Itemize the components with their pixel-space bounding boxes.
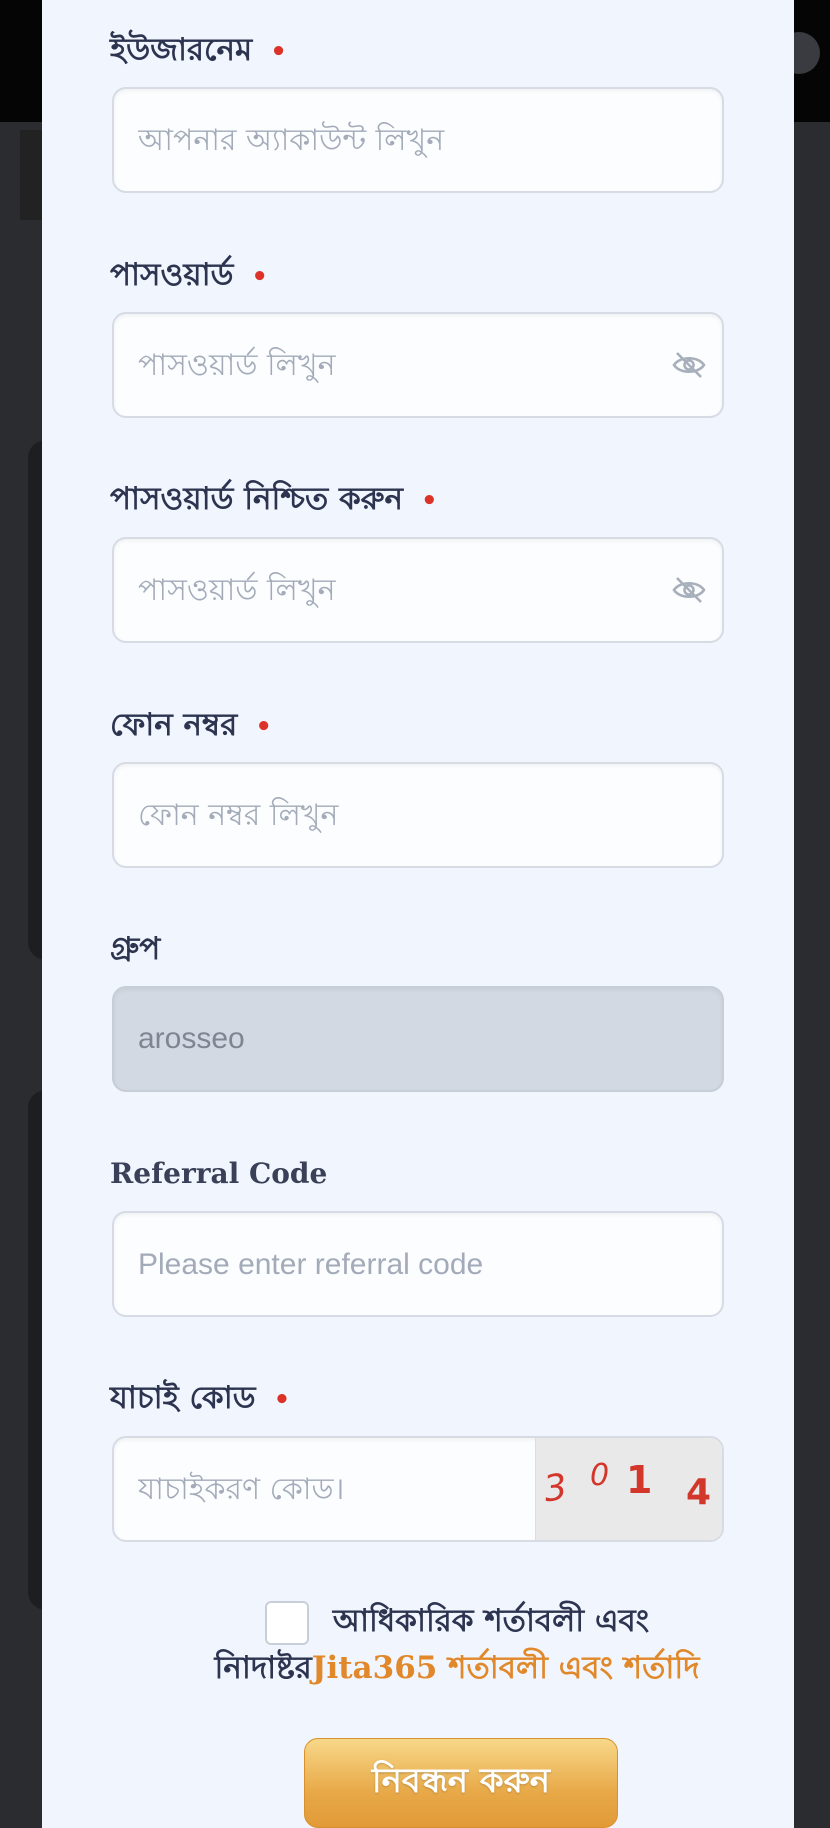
required-mark: • [251, 261, 269, 292]
agree-checkbox[interactable] [264, 1600, 309, 1645]
username-field-box [112, 87, 724, 193]
password-field-box [112, 312, 724, 418]
referral-code-input[interactable] [138, 1213, 656, 1315]
brand-name: Jita365 [311, 1649, 438, 1686]
captcha-image[interactable]: 3 0 1 4 [535, 1438, 722, 1540]
register-button[interactable]: নিবন্ধন করুন [304, 1738, 618, 1828]
required-mark: • [421, 485, 438, 516]
eye-slash-icon[interactable] [672, 575, 706, 605]
referral-code-label: Referral Code [110, 1157, 328, 1190]
group-label: গ্রুপ [110, 931, 161, 967]
phone-field-box [112, 762, 724, 868]
captcha-char: 4 [686, 1472, 712, 1513]
phone-label: ফোন নম্বর • [110, 707, 272, 743]
confirm-password-input[interactable] [138, 539, 656, 641]
password-input[interactable] [138, 314, 656, 416]
captcha-char: 0 [590, 1458, 610, 1493]
required-mark: • [270, 36, 287, 67]
terms-link[interactable]: Jita365 শর্তাবলী এবং শর্তাদি [312, 1650, 700, 1686]
required-mark: • [273, 1384, 291, 1415]
referral-field-box [112, 1211, 724, 1317]
eye-slash-icon[interactable] [672, 350, 706, 380]
username-input[interactable] [138, 89, 656, 191]
captcha-char: 1 [626, 1458, 653, 1502]
confirm-password-label: পাসওয়ার্ড নিশ্চিত করুন • [110, 481, 438, 517]
verification-field-box: 3 0 1 4 [112, 1436, 724, 1542]
group-input [138, 988, 656, 1090]
password-label: পাসওয়ার্ড • [110, 257, 269, 293]
group-field-box [112, 986, 724, 1092]
username-label: ইউজারনেম • [110, 32, 287, 68]
confirm-password-field-box [112, 537, 724, 643]
verification-code-input[interactable] [138, 1438, 518, 1540]
required-mark: • [255, 711, 272, 742]
phone-input[interactable] [138, 764, 656, 866]
registration-form-panel: ইউজারনেম• পাসওয়ার্ড• পাসওয়ার্ড নিশ্চিত… [42, 0, 794, 1828]
verification-code-label: যাচাই কোড • [110, 1380, 291, 1416]
terms-agreement: আধিকারিক শর্তাবলী এবং নিাদাষ্টরJita365 শ… [162, 1598, 752, 1691]
captcha-char: 3 [541, 1466, 570, 1511]
